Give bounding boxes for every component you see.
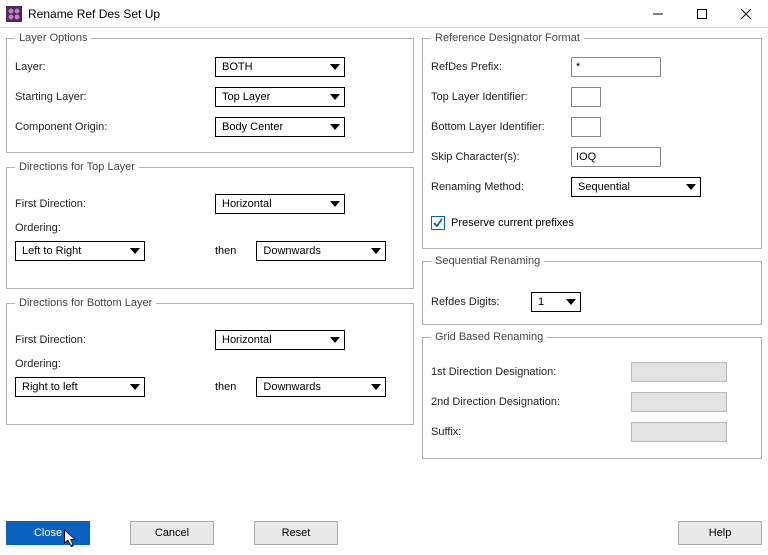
cancel-button-label: Cancel <box>155 527 189 539</box>
skip-input[interactable] <box>571 147 661 167</box>
top-first-dir-dropdown[interactable]: Horizontal <box>215 194 345 214</box>
grid-legend: Grid Based Renaming <box>431 331 547 343</box>
chevron-down-icon <box>130 248 140 254</box>
digits-dropdown[interactable]: 1 <box>531 292 581 312</box>
bottom-first-dir-dropdown[interactable]: Horizontal <box>215 330 345 350</box>
chevron-down-icon <box>330 337 340 343</box>
chevron-down-icon <box>330 64 340 70</box>
top-order1-dropdown[interactable]: Left to Right <box>15 241 145 261</box>
bottom-order2-dropdown[interactable]: Downwards <box>256 377 386 397</box>
starting-layer-value: Top Layer <box>222 91 270 103</box>
grid-d1-label: 1st Direction Designation: <box>431 366 631 378</box>
grid-d2-label: 2nd Direction Designation: <box>431 396 631 408</box>
method-label: Renaming Method: <box>431 181 571 193</box>
top-first-dir-value: Horizontal <box>222 198 272 210</box>
reset-button-label: Reset <box>282 527 311 539</box>
digits-value: 1 <box>538 296 544 308</box>
preserve-prefixes-label: Preserve current prefixes <box>451 217 574 229</box>
chevron-down-icon <box>330 94 340 100</box>
top-first-dir-label: First Direction: <box>15 198 215 210</box>
top-order2-value: Downwards <box>263 245 320 257</box>
cancel-button[interactable]: Cancel <box>130 521 214 545</box>
digits-label: Refdes Digits: <box>431 296 531 308</box>
refdes-format-group: Reference Designator Format RefDes Prefi… <box>422 32 762 249</box>
bottom-id-input[interactable] <box>571 117 601 137</box>
layer-label: Layer: <box>15 61 215 73</box>
close-button[interactable]: Close <box>6 521 90 545</box>
bottom-id-label: Bottom Layer Identifier: <box>431 121 571 133</box>
layer-dropdown[interactable]: BOTH <box>215 57 345 77</box>
chevron-down-icon <box>330 201 340 207</box>
grid-suffix-input <box>631 422 727 442</box>
close-window-button[interactable] <box>724 0 768 28</box>
bottom-order1-dropdown[interactable]: Right to left <box>15 377 145 397</box>
title-bar: Rename Ref Des Set Up <box>0 0 768 28</box>
preserve-prefixes-checkbox[interactable] <box>431 216 445 230</box>
method-dropdown[interactable]: Sequential <box>571 177 701 197</box>
chevron-down-icon <box>371 248 381 254</box>
sequential-legend: Sequential Renaming <box>431 255 544 267</box>
bottom-order1-value: Right to left <box>22 381 78 393</box>
bottom-directions-group: Directions for Bottom Layer First Direct… <box>6 297 414 425</box>
chevron-down-icon <box>330 124 340 130</box>
chevron-down-icon <box>130 384 140 390</box>
close-button-label: Close <box>34 527 62 539</box>
close-icon <box>741 9 751 19</box>
chevron-down-icon <box>371 384 381 390</box>
chevron-down-icon <box>686 184 696 190</box>
window-title: Rename Ref Des Set Up <box>28 7 636 21</box>
top-id-input[interactable] <box>571 87 601 107</box>
method-value: Sequential <box>578 181 630 193</box>
sequential-group: Sequential Renaming Refdes Digits: 1 <box>422 255 762 325</box>
reset-button[interactable]: Reset <box>254 521 338 545</box>
refdes-format-legend: Reference Designator Format <box>431 32 584 44</box>
grid-group: Grid Based Renaming 1st Direction Design… <box>422 331 762 459</box>
minimize-button[interactable] <box>636 0 680 28</box>
bottom-ordering-label: Ordering: <box>15 358 215 370</box>
top-order2-dropdown[interactable]: Downwards <box>256 241 386 261</box>
layer-options-group: Layer Options Layer: BOTH Starting Layer… <box>6 32 414 153</box>
skip-label: Skip Character(s): <box>431 151 571 163</box>
top-directions-legend: Directions for Top Layer <box>15 161 139 173</box>
starting-layer-label: Starting Layer: <box>15 91 215 103</box>
app-icon <box>6 6 22 22</box>
mouse-cursor-icon <box>64 529 82 551</box>
layer-options-legend: Layer Options <box>15 32 91 44</box>
bottom-first-dir-label: First Direction: <box>15 334 215 346</box>
bottom-first-dir-value: Horizontal <box>222 334 272 346</box>
grid-suffix-label: Suffix: <box>431 426 631 438</box>
check-icon <box>433 218 443 228</box>
grid-d1-input <box>631 362 727 382</box>
help-button[interactable]: Help <box>678 521 762 545</box>
prefix-label: RefDes Prefix: <box>431 61 571 73</box>
top-id-label: Top Layer Identifier: <box>431 91 571 103</box>
maximize-icon <box>697 9 707 19</box>
help-button-label: Help <box>709 527 732 539</box>
bottom-directions-legend: Directions for Bottom Layer <box>15 297 156 309</box>
top-then-label: then <box>215 245 236 257</box>
component-origin-label: Component Origin: <box>15 121 215 133</box>
chevron-down-icon <box>566 299 576 305</box>
maximize-button[interactable] <box>680 0 724 28</box>
grid-d2-input <box>631 392 727 412</box>
top-order1-value: Left to Right <box>22 245 81 257</box>
bottom-order2-value: Downwards <box>263 381 320 393</box>
prefix-input[interactable] <box>571 57 661 77</box>
starting-layer-dropdown[interactable]: Top Layer <box>215 87 345 107</box>
bottom-then-label: then <box>215 381 236 393</box>
top-directions-group: Directions for Top Layer First Direction… <box>6 161 414 289</box>
top-ordering-label: Ordering: <box>15 222 215 234</box>
footer: Close Cancel Reset Help <box>6 521 762 545</box>
component-origin-value: Body Center <box>222 121 283 133</box>
minimize-icon <box>653 9 663 19</box>
layer-value: BOTH <box>222 61 253 73</box>
component-origin-dropdown[interactable]: Body Center <box>215 117 345 137</box>
